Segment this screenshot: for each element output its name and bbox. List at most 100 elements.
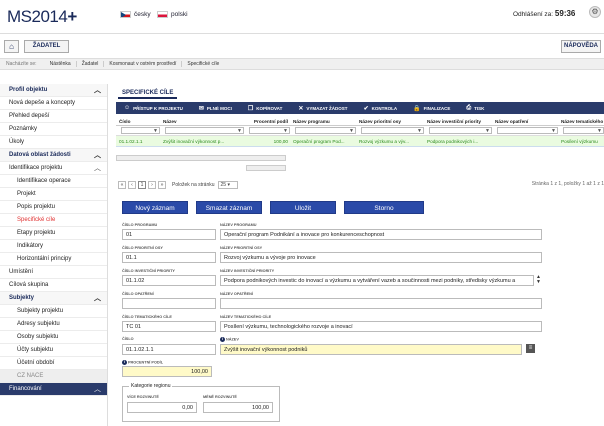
polish-flag-icon <box>157 11 168 18</box>
column-header[interactable]: Název <box>160 119 244 124</box>
lang-czech-label: česky <box>134 11 151 18</box>
data-grid: Číslo Název Procentní podíl Název progra… <box>116 117 604 147</box>
sidebar-item-financovani[interactable]: Financování ︿ <box>0 383 107 396</box>
sidebar-item-profil-objektu[interactable]: Profil objektu ︿ <box>0 84 107 97</box>
measure-name-label: NÁZEV OPATŘENÍ <box>220 292 253 296</box>
breadcrumb-item[interactable]: Žadatel <box>77 61 105 67</box>
percentage-field[interactable]: 100,00 <box>122 366 212 377</box>
finalize-button[interactable]: 🔒 FINALIZACE <box>413 105 450 112</box>
column-filter[interactable] <box>121 127 160 134</box>
column-header[interactable]: Název opatření <box>492 119 558 124</box>
sidebar-item-nova-depese[interactable]: Nová depeše a koncepty <box>0 97 107 110</box>
table-row[interactable]: 01.1.02.1.1 Zvýšit inovační výkonnost p.… <box>116 136 604 147</box>
column-header[interactable]: Název tematického <box>558 119 604 124</box>
logout-label: Odhlášení za: <box>513 11 554 18</box>
column-header[interactable]: Číslo <box>116 119 160 124</box>
sidebar-item-label: Horizontální principy <box>17 256 72 262</box>
column-filter[interactable] <box>249 127 290 134</box>
name-field[interactable]: Zvýšit inovační výkonnost podniků <box>220 344 522 355</box>
check-button[interactable]: ✔ KONTROLA <box>364 105 398 112</box>
home-icon[interactable]: ⌂ <box>4 40 19 53</box>
sidebar-item-cilova-skupina[interactable]: Cílová skupina <box>0 279 107 292</box>
power-of-attorney-button[interactable]: ✉ PLNÉ MOCI <box>199 105 232 112</box>
lang-polish[interactable]: polski <box>157 11 188 18</box>
column-header[interactable]: Název programu <box>290 119 356 124</box>
sidebar-item-poznamky[interactable]: Poznámky <box>0 123 107 136</box>
sidebar-item-osoby-subjektu[interactable]: Osoby subjektu <box>0 331 107 344</box>
last-page-icon[interactable]: » <box>158 181 166 189</box>
thematic-name-field: Posílení výzkumu, technologického rozvoj… <box>220 321 542 332</box>
grid-resize-handle[interactable] <box>246 165 286 171</box>
access-project-button[interactable]: ☺ PŘÍSTUP K PROJEKTU <box>124 105 183 111</box>
cancel-button[interactable]: Storno <box>344 201 424 214</box>
breadcrumb-item[interactable]: Nástěnka <box>45 61 77 67</box>
sidebar-item-identifikace-projektu[interactable]: Identifikace projektu ︿ <box>0 162 107 175</box>
delete-record-button[interactable]: Smazat záznam <box>196 201 262 214</box>
column-filter[interactable] <box>429 127 492 134</box>
sidebar-item-label: Účetní období <box>17 360 55 366</box>
current-page[interactable]: 1 <box>138 181 146 189</box>
tab-specificke-cile[interactable]: SPECIFICKÉ CÍLE <box>118 87 178 99</box>
table-cell: Rozvoj výzkumu a výv... <box>359 138 409 144</box>
sidebar-item-ucetni-obdobi[interactable]: Účetní období <box>0 357 107 370</box>
sidebar-item-datova-oblast[interactable]: Datová oblast žádosti ︿ <box>0 149 107 162</box>
gear-icon[interactable]: ⚙ <box>589 6 601 18</box>
print-button[interactable]: ⎙ TISK <box>466 105 484 112</box>
save-button[interactable]: Uložit <box>270 201 336 214</box>
sidebar-item-subjekty[interactable]: Subjekty ︿ <box>0 292 107 305</box>
measure-name-field <box>220 298 542 309</box>
column-header[interactable]: Procentní podíl <box>244 119 290 124</box>
sidebar-item-prehled-depesi[interactable]: Přehled depeší <box>0 110 107 123</box>
zadatel-button[interactable]: ŽADATEL <box>24 40 69 53</box>
first-page-icon[interactable]: « <box>118 181 126 189</box>
copy-button[interactable]: ❐ KOPÍROVAT <box>248 105 282 112</box>
toolbar-label: TISK <box>474 105 485 111</box>
new-record-button[interactable]: Nový záznam <box>122 201 188 214</box>
delete-application-button[interactable]: ✕ VYMAZAT ŽÁDOST <box>298 105 347 112</box>
sidebar-item-identifikace-operace[interactable]: Identifikace operace <box>0 175 107 188</box>
sidebar-item-umisteni[interactable]: Umístění <box>0 266 107 279</box>
number-label: ČÍSLO <box>122 337 134 341</box>
note-icon[interactable]: ≡ <box>526 344 535 353</box>
sidebar-item-label: Nová depeše a koncepty <box>9 100 76 106</box>
sidebar-item-label: Cílová skupina <box>9 282 49 288</box>
chevron-up-icon[interactable]: ︿ <box>94 149 101 162</box>
breadcrumb-item[interactable]: Specifické cíle <box>182 61 224 67</box>
chevron-up-icon[interactable]: ︿ <box>94 383 101 396</box>
column-filter[interactable] <box>295 127 356 134</box>
column-filter[interactable] <box>165 127 244 134</box>
horizontal-scrollbar[interactable] <box>116 155 286 161</box>
chevron-up-icon[interactable]: ︿ <box>94 162 101 175</box>
sidebar-item-label: Subjekty <box>9 295 35 301</box>
breadcrumb-item[interactable]: Kosmonaut v ostrém prostředí <box>104 61 183 67</box>
app-logo[interactable]: MS2014+ <box>7 7 77 27</box>
lang-czech[interactable]: česky <box>120 11 151 18</box>
logout-timer[interactable]: Odhlášení za: 59:36 <box>513 9 575 18</box>
sidebar-item-popis-projektu[interactable]: Popis projektu <box>0 201 107 214</box>
sidebar-item-etapy-projektu[interactable]: Etapy projektu <box>0 227 107 240</box>
scroll-spinner-icon[interactable]: ▲ ▼ <box>536 275 542 285</box>
chevron-up-icon[interactable]: ︿ <box>94 84 101 97</box>
prev-page-icon[interactable]: ‹ <box>128 181 136 189</box>
sidebar-item-horizontalni-principy[interactable]: Horizontální principy <box>0 253 107 266</box>
column-filter[interactable] <box>563 127 604 134</box>
chevron-up-icon[interactable]: ︿ <box>94 292 101 305</box>
sidebar-item-adresy-subjektu[interactable]: Adresy subjektu <box>0 318 107 331</box>
column-header[interactable]: Název investiční priority <box>424 119 492 124</box>
column-filter[interactable] <box>361 127 424 134</box>
sidebar-item-ucty-subjektu[interactable]: Účty subjektu <box>0 344 107 357</box>
action-toolbar: ☺ PŘÍSTUP K PROJEKTU ✉ PLNÉ MOCI ❐ KOPÍROVA… <box>116 102 604 114</box>
sidebar-item-subjekty-projektu[interactable]: Subjekty projektu <box>0 305 107 318</box>
sidebar-item-specificke-cile[interactable]: Specifické cíle <box>0 214 107 227</box>
next-page-icon[interactable]: › <box>148 181 156 189</box>
table-cell: Operační program Pod... <box>293 138 345 144</box>
column-header[interactable]: Název prioritní osy <box>356 119 424 124</box>
sidebar-item-ukoly[interactable]: Úkoly <box>0 136 107 149</box>
sidebar-item-projekt[interactable]: Projekt <box>0 188 107 201</box>
column-filter[interactable] <box>497 127 558 134</box>
help-button[interactable]: NÁPOVĚDA <box>561 40 601 53</box>
page-size-select[interactable]: 25 ▾ <box>217 181 238 189</box>
sidebar-item-indikatory[interactable]: Indikátory <box>0 240 107 253</box>
measure-number-field <box>122 298 216 309</box>
toolbar-label: VYMAZAT ŽÁDOST <box>306 105 348 111</box>
